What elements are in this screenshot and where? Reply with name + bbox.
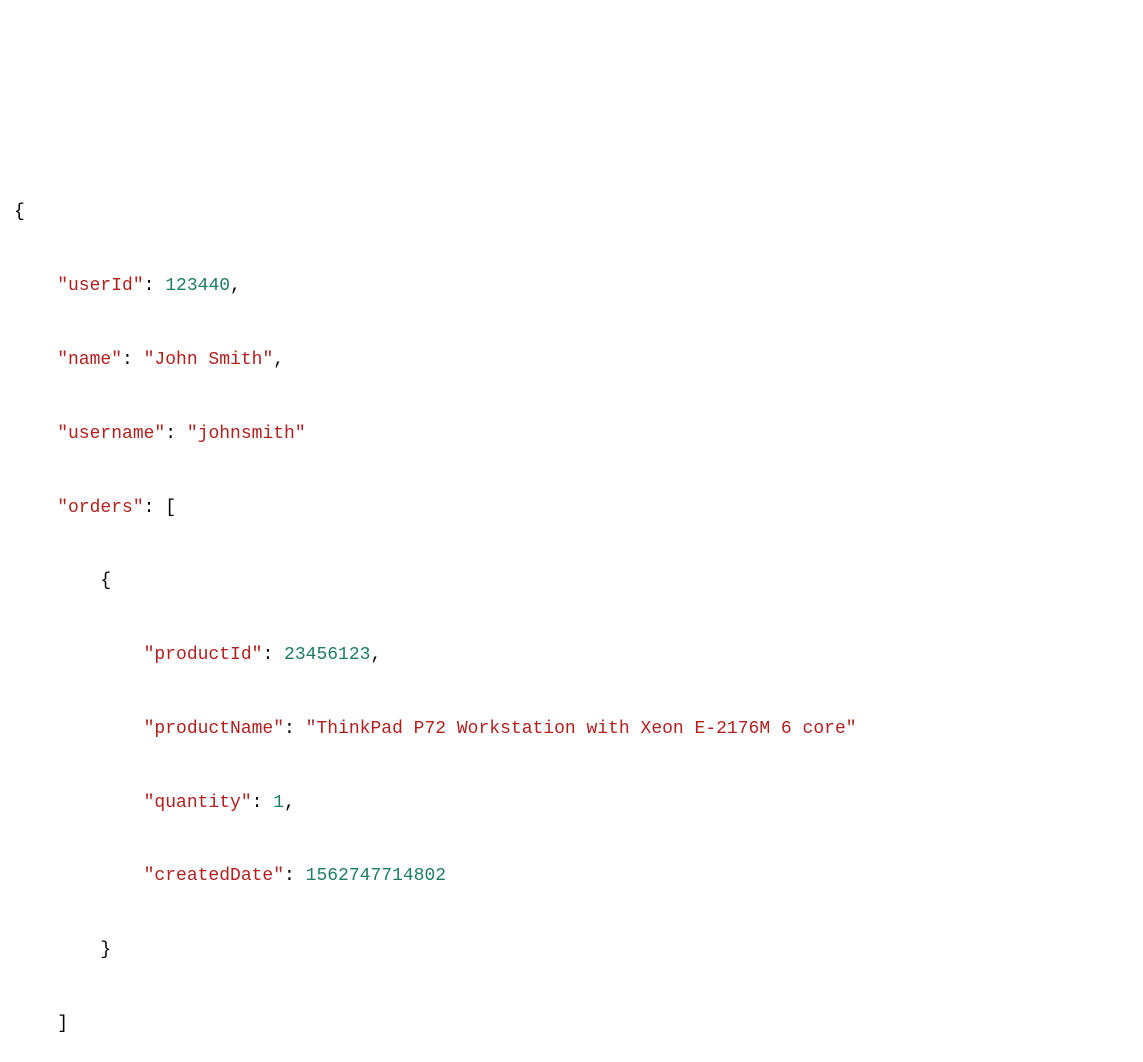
- colon: :: [165, 424, 187, 444]
- brace-open: {: [14, 202, 25, 222]
- key-orders: "orders": [57, 498, 143, 518]
- colon: :: [284, 719, 306, 739]
- key-productId: "productId": [144, 645, 263, 665]
- comma: ,: [273, 350, 284, 370]
- key-createdDate: "createdDate": [144, 866, 284, 886]
- key-quantity: "quantity": [144, 793, 252, 813]
- value-productName: "ThinkPad P72 Workstation with Xeon E-21…: [306, 719, 857, 739]
- value-createdDate: 1562747714802: [306, 866, 446, 886]
- comma: ,: [284, 793, 295, 813]
- key-name: "name": [57, 350, 122, 370]
- value-name: "John Smith": [144, 350, 274, 370]
- key-username: "username": [57, 424, 165, 444]
- value-userId: 123440: [165, 276, 230, 296]
- key-userId: "userId": [57, 276, 143, 296]
- colon: :: [252, 793, 274, 813]
- colon: :: [284, 866, 306, 886]
- colon: :: [144, 498, 166, 518]
- value-username: "johnsmith": [187, 424, 306, 444]
- bracket-open: [: [165, 498, 176, 518]
- key-productName: "productName": [144, 719, 284, 739]
- value-productId: 23456123: [284, 645, 370, 665]
- comma: ,: [230, 276, 241, 296]
- colon: :: [144, 276, 166, 296]
- json-code-block: { "userId": 123440, "name": "John Smith"…: [14, 194, 1129, 1062]
- value-quantity: 1: [273, 793, 284, 813]
- colon: :: [262, 645, 284, 665]
- brace-close: }: [100, 940, 111, 960]
- comma: ,: [370, 645, 381, 665]
- colon: :: [122, 350, 144, 370]
- bracket-close: ]: [57, 1014, 68, 1034]
- brace-open: {: [100, 571, 111, 591]
